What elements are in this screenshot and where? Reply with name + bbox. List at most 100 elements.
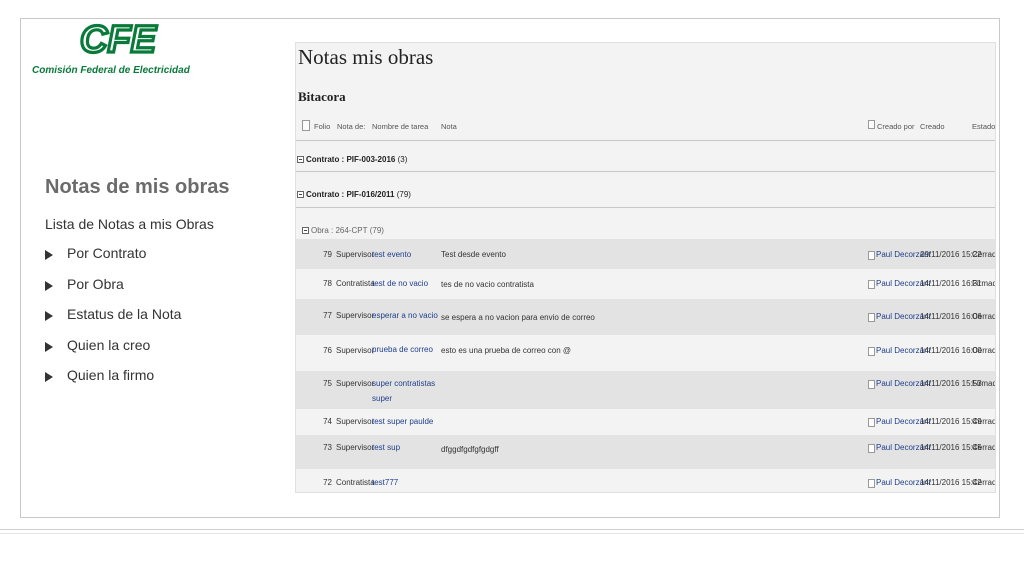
group-contrato-2[interactable]: Contrato : PIF-016/2011 (79)	[297, 190, 411, 199]
bullet-label: Por Obra	[67, 275, 124, 292]
bullet-item: Por Contrato	[45, 245, 181, 276]
group-label: Contrato : PIF-016/2011	[306, 190, 395, 199]
header-nombre-tarea[interactable]: Nombre de tarea	[372, 122, 428, 131]
bullet-label: Quien la creo	[67, 336, 151, 353]
table-row[interactable]: 78 Contratista test de no vacio tes de n…	[296, 269, 995, 297]
group-count: (79)	[396, 190, 411, 199]
cell-folio: 75	[323, 379, 332, 388]
table-row[interactable]: 73 Supervisor test sup dfggdfgdfgfgdgff …	[296, 435, 995, 469]
group-count: (79)	[369, 226, 384, 235]
cell-nota-de: Supervisor	[336, 311, 375, 320]
arrow-bullet-icon	[45, 341, 53, 352]
collapse-icon[interactable]	[297, 156, 304, 163]
cell-estado: Cerrada	[972, 478, 995, 487]
cell-estado: Cerrada	[972, 346, 995, 355]
cell-nota-de: Contratista	[336, 478, 375, 487]
cell-nota-de: Supervisor	[336, 250, 375, 259]
cell-nombre-link[interactable]: test sup	[372, 443, 400, 452]
divider	[296, 140, 995, 141]
user-icon	[868, 251, 875, 260]
header-folio[interactable]: Folio	[314, 122, 330, 131]
header-creado-por[interactable]: Creado por	[877, 122, 915, 131]
cell-folio: 74	[323, 417, 332, 426]
cell-nombre-link-continued[interactable]: super	[372, 394, 392, 403]
cell-folio: 77	[323, 311, 332, 320]
cell-folio: 72	[323, 478, 332, 487]
arrow-bullet-icon	[45, 250, 53, 260]
collapse-icon[interactable]	[297, 191, 304, 198]
cell-estado: Cerrada	[972, 417, 995, 426]
svg-text:CFE: CFE	[80, 20, 158, 60]
cell-nombre-link[interactable]: test777	[372, 478, 398, 487]
cell-folio: 73	[323, 443, 332, 452]
cell-nota: se espera a no vacion para envio de corr…	[441, 313, 595, 322]
cell-nota-de: Supervisor	[336, 379, 375, 388]
cell-nota: tes de no vacio contratista	[441, 280, 534, 289]
user-icon	[868, 479, 875, 488]
header-nota-de[interactable]: Nota de:	[337, 122, 365, 131]
arrow-bullet-icon	[45, 372, 53, 382]
cell-folio: 79	[323, 250, 332, 259]
creado-por-icon	[868, 120, 875, 129]
header-creado[interactable]: Creado	[920, 122, 945, 131]
cell-nota-de: Supervisor	[336, 443, 375, 452]
bullet-item: Estatus de la Nota	[45, 306, 181, 337]
bullet-label: Quien la firmo	[67, 367, 155, 383]
cfe-logo-mark: CFE	[78, 20, 159, 60]
cell-estado: Cerrada	[972, 312, 995, 321]
cell-nombre-link[interactable]: test super paulde	[372, 417, 433, 426]
bullet-label: Estatus de la Nota	[67, 306, 182, 322]
bullet-item: Quien la firmo	[45, 367, 181, 398]
table-row[interactable]: 79 Supervisor test evento Test desde eve…	[296, 239, 995, 269]
cell-nota: esto es una prueba de correo con @	[441, 346, 571, 355]
cfe-logo: CFE Comisión Federal de Electricidad	[24, 20, 210, 78]
cell-folio: 76	[323, 346, 332, 355]
user-icon	[868, 418, 875, 427]
table-row[interactable]: 77 Supervisor esperar a no vacio se espe…	[296, 299, 995, 335]
bullet-item: Quien la creo	[45, 337, 181, 368]
user-icon	[868, 347, 875, 356]
cell-nombre-link[interactable]: prueba de correo	[372, 345, 433, 354]
cell-nombre-link[interactable]: super contratistas	[372, 379, 435, 388]
table-row[interactable]: 75 Supervisor super contratistas super P…	[296, 371, 995, 409]
cell-nota-de: Supervisor	[336, 346, 375, 355]
section-title: Bitacora	[298, 89, 346, 104]
header-estado[interactable]: Estado de	[972, 122, 995, 131]
user-icon	[868, 444, 875, 453]
bullet-label: Por Contrato	[67, 245, 147, 261]
group-count: (3)	[397, 155, 408, 164]
cell-estado: Cerrada	[972, 443, 995, 452]
bullet-item: Por Obra	[45, 276, 181, 307]
collapse-icon[interactable]	[302, 227, 309, 234]
cell-estado: Firmada	[972, 279, 995, 288]
screenshot-title: Notas mis obras	[298, 45, 434, 69]
arrow-bullet-icon	[45, 311, 53, 321]
bottom-rule	[0, 529, 1024, 530]
group-label: Contrato : PIF-003-2016	[306, 155, 396, 164]
cell-nota-de: Contratista	[336, 279, 375, 288]
divider	[296, 207, 995, 208]
header-nota[interactable]: Nota	[441, 122, 457, 131]
cell-nota-de: Supervisor	[336, 417, 375, 426]
screenshot-panel: Notas mis obras Bitacora Folio Nota de: …	[295, 42, 996, 493]
group-obra[interactable]: Obra : 264-CPT (79)	[302, 226, 384, 235]
arrow-bullet-icon	[45, 280, 53, 291]
table-row[interactable]: 76 Supervisor prueba de correo esto es u…	[296, 335, 995, 371]
bullet-list: Por Contrato Por Obra Estatus de la Nota…	[45, 245, 181, 398]
group-contrato-1[interactable]: Contrato : PIF-003-2016 (3)	[297, 155, 407, 164]
select-all-checkbox[interactable]	[302, 120, 310, 131]
user-icon	[868, 313, 875, 322]
cell-nombre-link[interactable]: esperar a no vacio	[372, 311, 438, 320]
cell-estado: Firmada	[972, 379, 995, 388]
cell-nombre-link[interactable]: test de no vacio	[372, 279, 428, 288]
user-icon	[868, 380, 875, 389]
cell-nombre-link[interactable]: test evento	[372, 250, 411, 259]
cell-estado: Cerrada	[972, 250, 995, 259]
bottom-rule-secondary	[0, 533, 1024, 534]
table-row[interactable]: 74 Supervisor test super paulde Paul Dec…	[296, 409, 995, 435]
divider	[296, 171, 995, 172]
cell-folio: 78	[323, 279, 332, 288]
table-row[interactable]: 72 Contratista test777 Paul Decorzant 14…	[296, 469, 995, 492]
cell-nota: dfggdfgdfgfgdgff	[441, 445, 499, 454]
cfe-logo-text: Comisión Federal de Electricidad	[32, 65, 190, 76]
